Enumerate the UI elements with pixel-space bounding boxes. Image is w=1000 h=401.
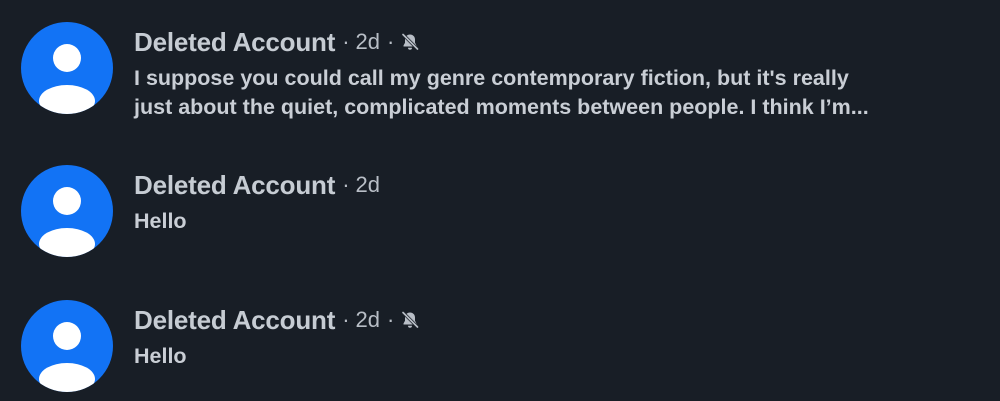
timestamp: 2d <box>355 29 380 54</box>
meta-separator: · <box>387 29 395 54</box>
message-preview: Hello <box>134 342 954 371</box>
meta-separator: · <box>387 307 395 332</box>
message-preview: I suppose you could call my genre contem… <box>134 64 954 122</box>
default-user-icon <box>39 322 95 392</box>
conversation-item[interactable]: Deleted Account · 2d · Hello <box>0 300 1000 395</box>
sender-name: Deleted Account <box>134 169 336 200</box>
meta-separator: · <box>342 172 350 197</box>
message-line: Hello <box>134 344 187 368</box>
message-line: I suppose you could call my genre contem… <box>134 66 849 90</box>
conversation-item[interactable]: Deleted Account · 2d Hello <box>0 165 1000 260</box>
default-user-icon <box>39 187 95 257</box>
conversation-meta: Deleted Account · 2d <box>134 169 380 201</box>
conversation-meta: Deleted Account · 2d · <box>134 26 420 58</box>
sender-name: Deleted Account <box>134 26 336 57</box>
conversation-meta: Deleted Account · 2d · <box>134 304 420 336</box>
conversation-item[interactable]: Deleted Account · 2d · I suppose you cou… <box>0 22 1000 122</box>
conversation-list: Deleted Account · 2d · I suppose you cou… <box>0 0 1000 401</box>
timestamp: 2d <box>355 307 380 332</box>
avatar[interactable] <box>21 300 113 392</box>
message-line: just about the quiet, complicated moment… <box>134 95 869 119</box>
bell-off-icon <box>400 310 420 330</box>
default-user-icon <box>39 44 95 114</box>
timestamp: 2d <box>355 172 380 197</box>
meta-separator: · <box>342 307 350 332</box>
bell-off-icon <box>400 32 420 52</box>
message-preview: Hello <box>134 207 954 236</box>
meta-separator: · <box>342 29 350 54</box>
sender-name: Deleted Account <box>134 304 336 335</box>
avatar[interactable] <box>21 165 113 257</box>
avatar[interactable] <box>21 22 113 114</box>
message-line: Hello <box>134 209 187 233</box>
